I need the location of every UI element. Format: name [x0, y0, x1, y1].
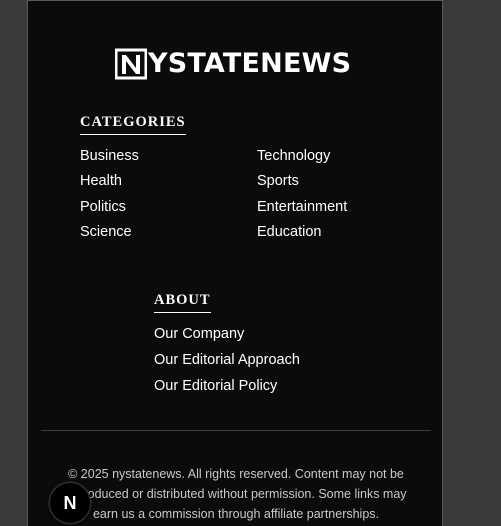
site-logo[interactable]: YSTATENEWS — [115, 46, 351, 82]
category-link-technology[interactable]: Technology — [257, 147, 330, 165]
category-link-business[interactable]: Business — [80, 147, 139, 165]
about-link-our-company[interactable]: Our Company — [154, 325, 244, 343]
category-link-science[interactable]: Science — [80, 223, 132, 241]
category-link-politics[interactable]: Politics — [80, 198, 126, 216]
category-link-entertainment[interactable]: Entertainment — [257, 198, 347, 216]
category-link-education[interactable]: Education — [257, 223, 322, 241]
copyright-text: © 2025 nystatenews. All rights reserved.… — [65, 467, 407, 521]
about-heading: ABOUT — [154, 292, 211, 313]
about-link-editorial-approach[interactable]: Our Editorial Approach — [154, 351, 300, 369]
category-link-health[interactable]: Health — [80, 172, 122, 190]
logo-n-icon — [115, 48, 147, 80]
about-link-editorial-policy[interactable]: Our Editorial Policy — [154, 377, 277, 395]
categories-heading: CATEGORIES — [80, 114, 186, 135]
site-footer: YSTATENEWS CATEGORIES Business Health Po… — [27, 0, 443, 526]
footer-divider — [41, 430, 431, 431]
logo-text: YSTATENEWS — [148, 48, 352, 79]
nextjs-icon[interactable]: N — [49, 482, 91, 524]
category-link-sports[interactable]: Sports — [257, 172, 299, 190]
